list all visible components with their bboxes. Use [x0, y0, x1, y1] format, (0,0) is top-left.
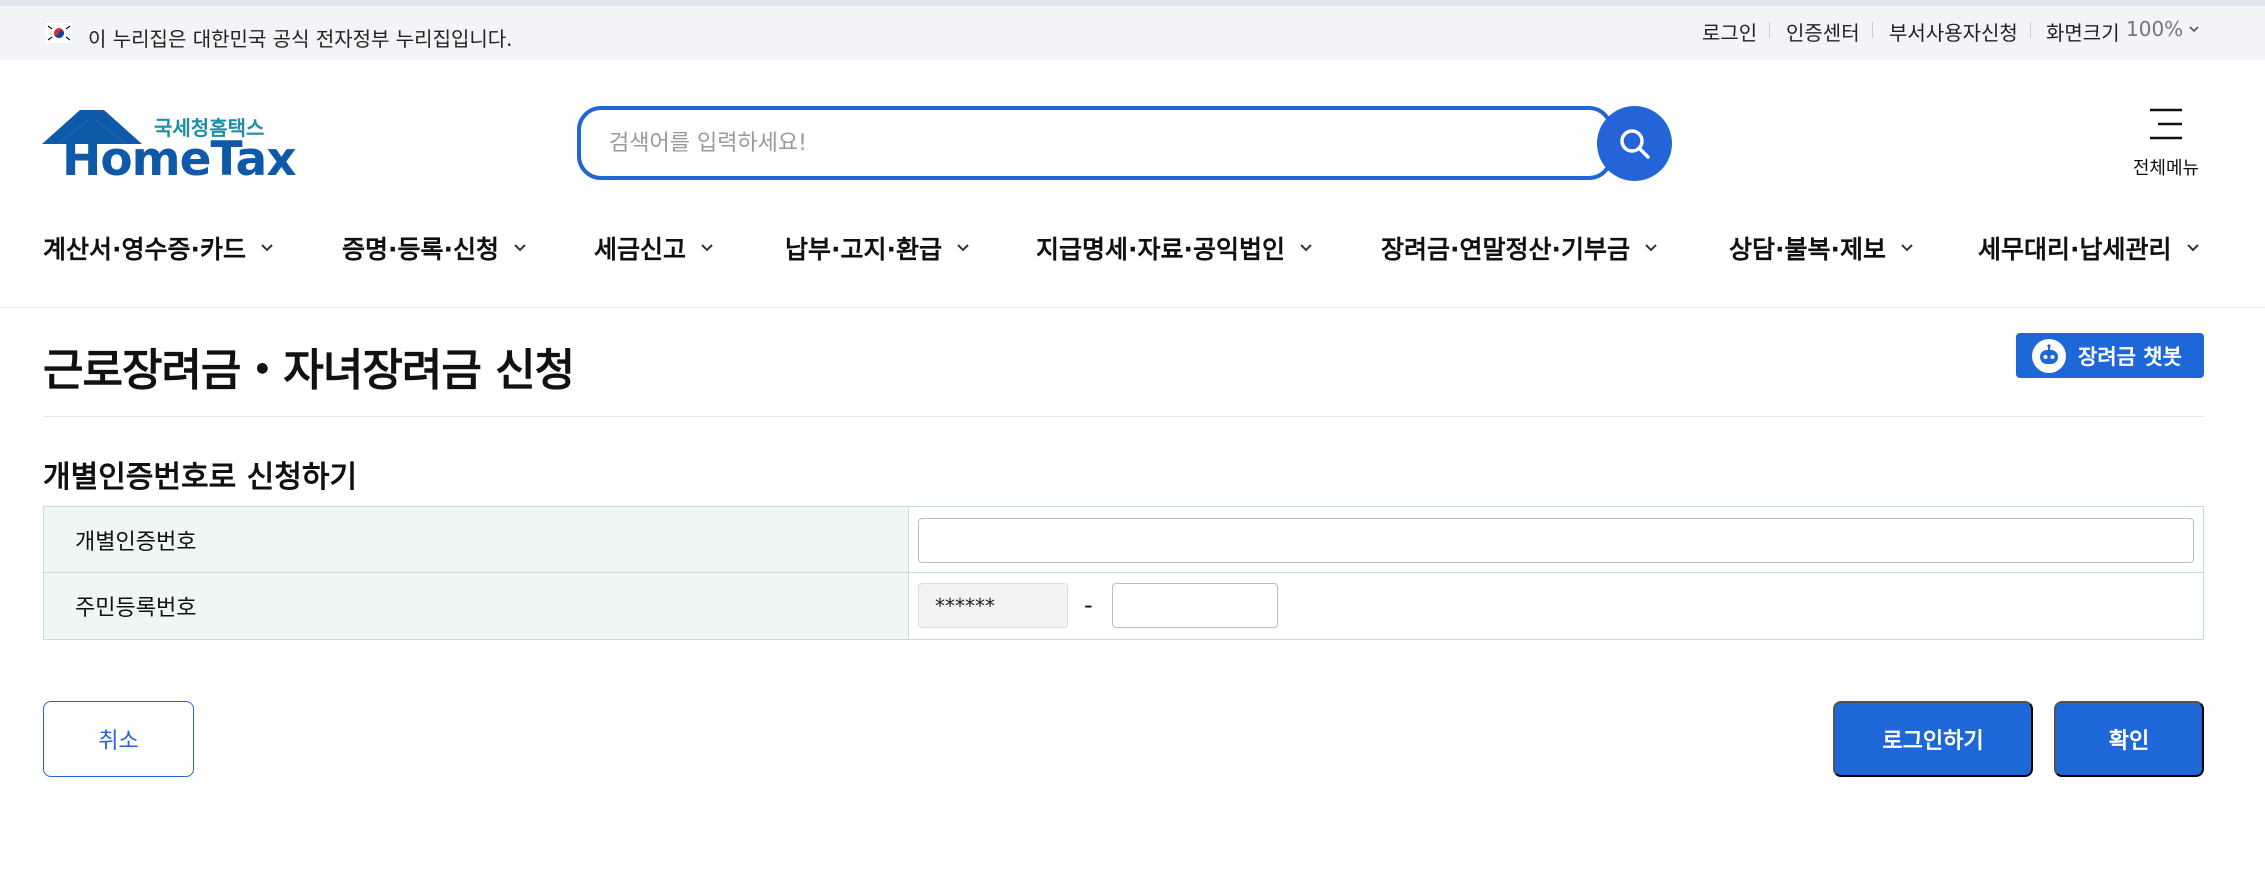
cert-number-label: 개별인증번호: [44, 507, 909, 572]
form-row-cert-number: 개별인증번호: [44, 507, 2203, 573]
nav-item-label: 지급명세·자료·공익법인: [1036, 235, 1285, 264]
chevron-down-icon: [261, 244, 273, 252]
all-menu-label: 전체메뉴: [2132, 158, 2200, 179]
all-menu-button[interactable]: 전체메뉴: [2120, 100, 2212, 182]
nav-divider: [0, 307, 2265, 308]
nav-item-label: 납부·고지·환급: [785, 235, 942, 264]
utility-divider: [1769, 22, 1770, 38]
nav-item-label: 증명·등록·신청: [342, 235, 499, 264]
page-title: 근로장려금・자녀장려금 신청: [43, 345, 575, 396]
utility-divider: [1872, 22, 1873, 38]
chevron-down-icon: [701, 244, 713, 252]
nav-item-payments[interactable]: 납부·고지·환급: [785, 228, 970, 268]
login-link[interactable]: 로그인: [1702, 17, 1757, 46]
search-button[interactable]: [1597, 106, 1672, 181]
rrn-separator: -: [1084, 591, 1093, 619]
nav-item-label: 세금신고: [594, 235, 687, 264]
logo-title: HomeTax: [62, 132, 297, 187]
chatbot-button-label: 장려금 챗봇: [2078, 344, 2182, 369]
rrn-front-masked: ******: [918, 583, 1068, 628]
nav-item-tax-returns[interactable]: 세금신고: [594, 228, 714, 268]
chevron-down-icon: [957, 244, 969, 252]
search-box: [577, 106, 1613, 180]
incentive-chatbot-button[interactable]: 장려금 챗봇: [2016, 333, 2204, 378]
chevron-down-icon: [2186, 244, 2199, 252]
section-title: 개별인증번호로 신청하기: [43, 460, 358, 495]
chevron-down-icon[interactable]: [2188, 24, 2200, 34]
cancel-button[interactable]: 취소: [43, 701, 194, 777]
cert-number-input[interactable]: [918, 518, 2194, 563]
hamburger-icon: [2150, 108, 2182, 140]
search-input[interactable]: [609, 120, 1569, 166]
chevron-down-icon: [514, 244, 526, 252]
zoom-label[interactable]: 화면크기: [2046, 17, 2120, 46]
utility-divider: [2030, 22, 2031, 38]
chevron-down-icon: [1901, 244, 1913, 252]
chevron-down-icon: [1300, 244, 1312, 252]
nav-item-label: 장려금·연말정산·기부금: [1381, 235, 1630, 264]
rrn-label: 주민등록번호: [44, 573, 909, 639]
nav-item-invoices[interactable]: 계산서·영수증·카드: [43, 228, 274, 268]
nav-item-label: 계산서·영수증·카드: [43, 235, 246, 264]
hometax-logo[interactable]: 국세청홈택스 HomeTax: [42, 106, 297, 184]
nav-item-statements[interactable]: 지급명세·자료·공익법인: [1036, 228, 1313, 268]
chatbot-icon: [2032, 338, 2066, 373]
title-divider: [43, 416, 2204, 417]
cert-center-link[interactable]: 인증센터: [1786, 17, 1860, 46]
nav-item-tax-agent[interactable]: 세무대리·납세관리: [1978, 228, 2200, 268]
login-button[interactable]: 로그인하기: [1833, 701, 2033, 777]
form-row-rrn: 주민등록번호 ****** -: [44, 573, 2203, 639]
zoom-value[interactable]: 100%: [2126, 17, 2183, 41]
chevron-down-icon: [1645, 244, 1657, 252]
nav-item-consultation[interactable]: 상담·불복·제보: [1729, 228, 1914, 268]
search-icon: [1619, 128, 1650, 159]
nav-item-certificates[interactable]: 증명·등록·신청: [342, 228, 527, 268]
nav-item-label: 상담·불복·제보: [1729, 235, 1886, 264]
rrn-back-input[interactable]: [1112, 583, 1278, 628]
auth-form-table: 개별인증번호 주민등록번호 ****** -: [43, 506, 2204, 640]
dept-user-apply-link[interactable]: 부서사용자신청: [1889, 17, 2018, 46]
confirm-button[interactable]: 확인: [2054, 701, 2204, 777]
korea-flag-icon: [46, 23, 72, 43]
nav-item-label: 세무대리·납세관리: [1978, 235, 2172, 264]
gov-banner-text: 이 누리집은 대한민국 공식 전자정부 누리집입니다.: [88, 27, 513, 51]
nav-item-incentives[interactable]: 장려금·연말정산·기부금: [1381, 228, 1658, 268]
